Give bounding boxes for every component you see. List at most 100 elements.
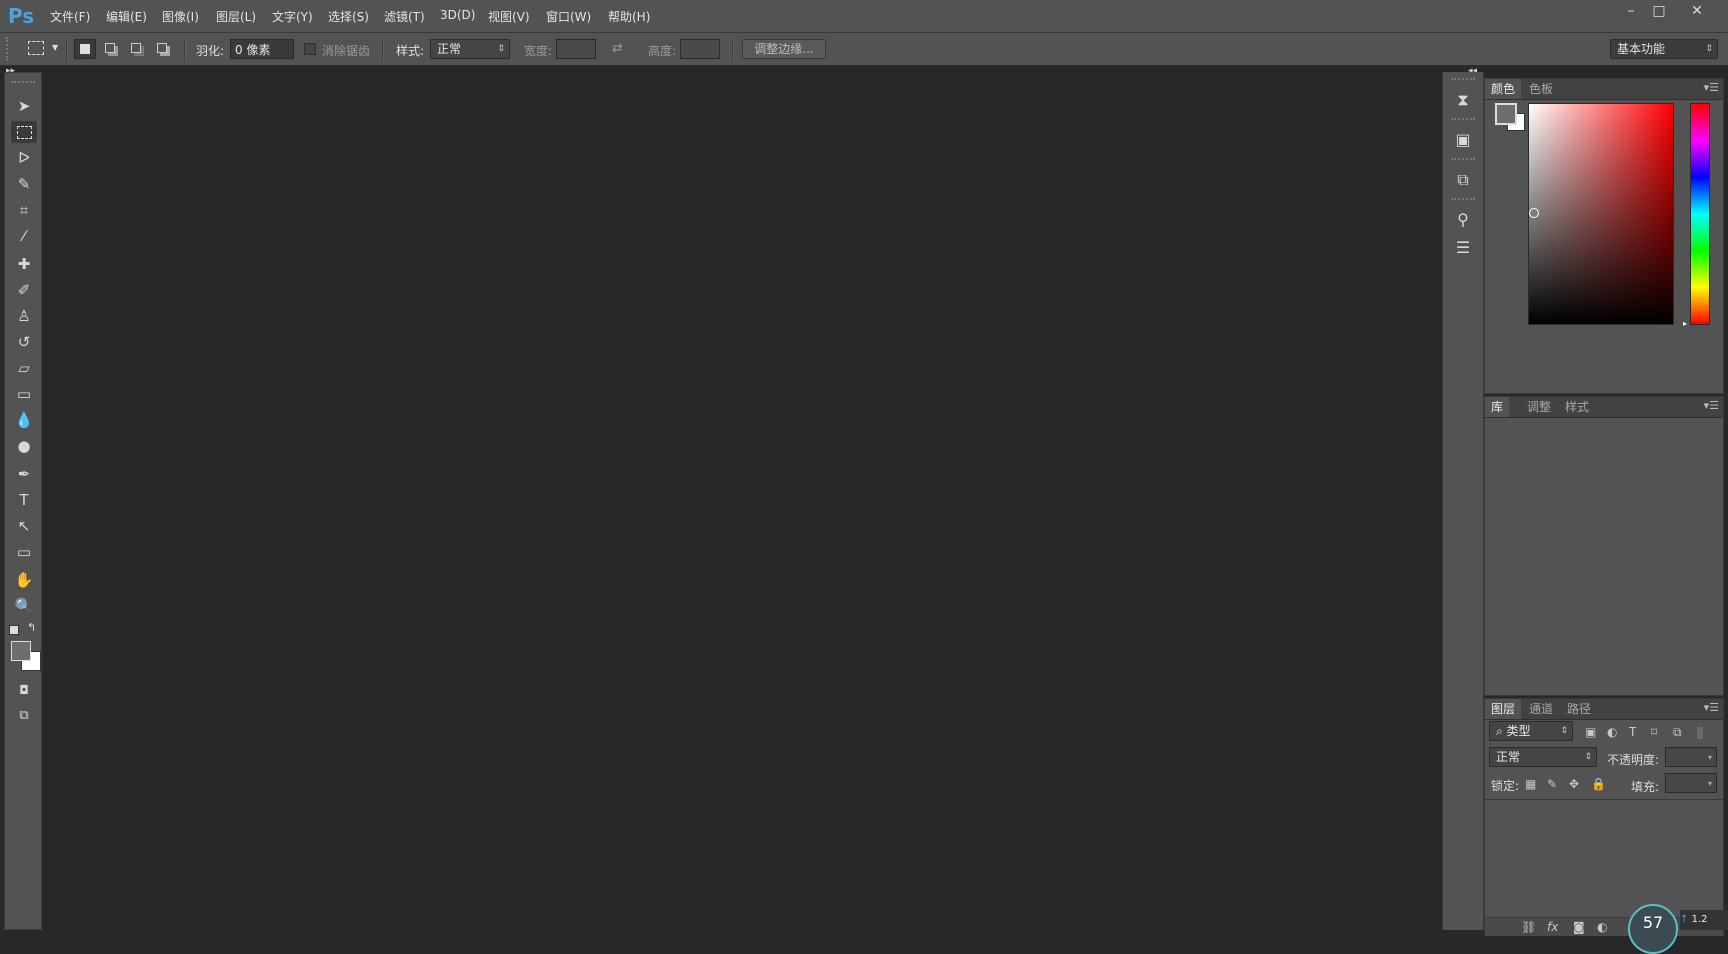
options-grip[interactable] (6, 37, 10, 61)
dock-grip[interactable] (1451, 78, 1475, 80)
filter-type-icon[interactable]: T (1629, 725, 1636, 739)
style-select[interactable]: 正常 ⇕ (430, 39, 510, 59)
link-layers-icon[interactable]: ⛓ (1521, 920, 1536, 934)
default-colors-icon[interactable] (9, 625, 19, 635)
stamp-tool-icon[interactable]: ♙ (11, 305, 37, 327)
adjustment-layer-icon[interactable]: ◐ (1597, 920, 1607, 934)
fx-icon[interactable]: fx (1547, 920, 1558, 934)
eraser-tool-icon[interactable]: ▱ (11, 357, 37, 379)
dock-grip[interactable] (1451, 198, 1475, 200)
new-selection-button[interactable] (74, 39, 96, 59)
swap-dimensions-icon[interactable]: ⇄ (612, 41, 623, 56)
hand-tool-icon[interactable]: ✋ (11, 569, 37, 591)
tab-swatches[interactable]: 色板 (1523, 79, 1559, 99)
lasso-tool-icon[interactable]: ᐅ (11, 147, 37, 169)
refine-edge-button[interactable]: 调整边缘... (742, 39, 826, 59)
dock-grip[interactable] (1451, 118, 1475, 120)
antialias-checkbox[interactable] (304, 43, 316, 55)
lock-all-icon[interactable]: 🔒 (1591, 777, 1606, 791)
add-selection-button[interactable] (100, 39, 122, 59)
filter-adjustment-icon[interactable]: ◐ (1607, 725, 1617, 739)
document-area[interactable] (44, 66, 1440, 932)
feather-input[interactable]: 0 像素 (230, 39, 294, 59)
filter-toggle[interactable] (1697, 727, 1703, 739)
marquee-preset-icon[interactable] (28, 41, 44, 55)
menu-layer[interactable]: 图层(L) (216, 8, 256, 25)
brush-panel-icon[interactable]: ☰ (1451, 236, 1475, 260)
performance-widget[interactable]: 57 (1628, 904, 1678, 954)
tab-libraries[interactable]: 库 (1485, 397, 1510, 417)
tab-styles[interactable]: 样式 (1559, 397, 1595, 417)
healing-brush-tool-icon[interactable]: ✚ (11, 253, 37, 275)
path-select-tool-icon[interactable]: ↖ (11, 515, 37, 537)
brush-tool-icon[interactable]: ✐ (11, 279, 37, 301)
menu-help[interactable]: 帮助(H) (608, 8, 650, 25)
rect-marquee-tool-icon[interactable] (11, 121, 37, 143)
intersect-selection-button[interactable] (152, 39, 174, 59)
blur-tool-icon[interactable]: 💧 (11, 409, 37, 431)
color-field[interactable] (1528, 103, 1674, 325)
toolbar-grip[interactable] (11, 81, 35, 86)
menu-edit[interactable]: 编辑(E) (106, 8, 147, 25)
net-speed-widget[interactable]: ↑ 1.2 (1680, 910, 1728, 930)
quick-select-tool-icon[interactable]: ✎ (11, 173, 37, 195)
zoom-tool-icon[interactable]: 🔍 (11, 595, 37, 617)
dodge-tool-icon[interactable]: ● (11, 435, 37, 457)
eyedropper-tool-icon[interactable]: ⁄ (11, 225, 37, 247)
fill-input[interactable]: ▾ (1665, 773, 1717, 793)
color-foreground-swatch[interactable] (1495, 103, 1517, 125)
type-tool-icon[interactable]: T (11, 489, 37, 511)
menu-filter[interactable]: 滤镜(T) (384, 8, 425, 25)
subtract-selection-button[interactable] (126, 39, 148, 59)
tab-layers[interactable]: 图层 (1485, 699, 1522, 719)
minimize-button[interactable]: – (1616, 2, 1646, 20)
lock-pixels-icon[interactable]: ✎ (1547, 777, 1557, 791)
add-mask-icon[interactable]: ◙ (1573, 920, 1585, 934)
brush-preset-panel-icon[interactable]: ⚲ (1451, 208, 1475, 232)
color-picker-cursor[interactable] (1529, 208, 1539, 218)
tab-channels[interactable]: 通道 (1523, 699, 1559, 719)
tab-paths[interactable]: 路径 (1561, 699, 1597, 719)
menu-3d[interactable]: 3D(D) (440, 8, 475, 22)
history-panel-icon[interactable]: ⧗ (1451, 88, 1475, 112)
swap-colors-icon[interactable]: ↰ (27, 621, 36, 634)
panel-menu-icon[interactable]: ▾☰ (1704, 701, 1719, 714)
hue-slider[interactable] (1690, 103, 1710, 325)
tab-adjustments[interactable]: 调整 (1521, 397, 1557, 417)
blend-mode-select[interactable]: 正常 ⇕ (1489, 747, 1597, 767)
quick-mask-icon[interactable]: ◘ (11, 679, 37, 701)
menu-window[interactable]: 窗口(W) (546, 8, 591, 25)
gradient-tool-icon[interactable]: ▭ (11, 383, 37, 405)
filter-smart-object-icon[interactable]: ⧉ (1673, 725, 1682, 740)
menu-select[interactable]: 选择(S) (328, 8, 369, 25)
lock-transparent-icon[interactable]: ▦ (1525, 777, 1536, 791)
move-tool-icon[interactable]: ➤ (11, 95, 37, 117)
screen-mode-icon[interactable]: ⧉ (11, 705, 37, 727)
close-button[interactable]: ✕ (1682, 2, 1712, 20)
foreground-color-swatch[interactable] (11, 641, 31, 661)
menu-file[interactable]: 文件(F) (50, 8, 90, 25)
history-brush-tool-icon[interactable]: ↺ (11, 331, 37, 353)
width-input[interactable] (556, 39, 596, 59)
clone-source-panel-icon[interactable]: ⧉ (1451, 168, 1475, 192)
filter-shape-icon[interactable]: ⌑ (1651, 725, 1657, 739)
tab-color[interactable]: 颜色 (1485, 79, 1522, 99)
properties-panel-icon[interactable]: ▣ (1451, 128, 1475, 152)
rectangle-tool-icon[interactable]: ▭ (11, 541, 37, 563)
lock-position-icon[interactable]: ✥ (1569, 777, 1579, 791)
dock-grip[interactable] (1451, 158, 1475, 160)
pen-tool-icon[interactable]: ✒ (11, 463, 37, 485)
menu-type[interactable]: 文字(Y) (272, 8, 313, 25)
filter-pixel-icon[interactable]: ▣ (1585, 725, 1596, 739)
workspace-select[interactable]: 基本功能 ⇕ (1610, 39, 1718, 59)
layer-filter-select[interactable]: ⌕ 类型 ⇕ (1489, 721, 1573, 741)
opacity-input[interactable]: ▾ (1665, 747, 1717, 767)
panel-menu-icon[interactable]: ▾☰ (1704, 81, 1719, 94)
preset-dropdown-icon[interactable]: ▼ (52, 43, 58, 52)
menu-image[interactable]: 图像(I) (162, 8, 199, 25)
crop-tool-icon[interactable]: ⌗ (11, 199, 37, 221)
height-input[interactable] (680, 39, 720, 59)
panel-menu-icon[interactable]: ▾☰ (1704, 399, 1719, 412)
menu-view[interactable]: 视图(V) (488, 8, 530, 25)
hue-slider-handle-icon[interactable]: ▸ (1683, 319, 1687, 328)
